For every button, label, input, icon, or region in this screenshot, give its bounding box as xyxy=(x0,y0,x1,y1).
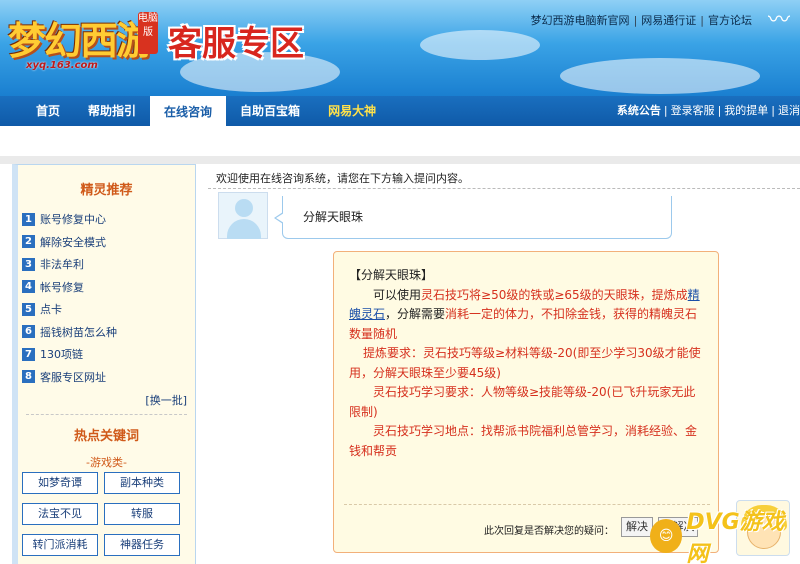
list-item[interactable]: 3 非法牟利 xyxy=(22,253,195,276)
page-title: 客服专区 xyxy=(168,24,304,64)
game-logo[interactable]: 梦幻西游 xyq.163.com xyxy=(8,10,158,72)
recommend-title: 精灵推荐 xyxy=(80,183,133,198)
keyword-category: -游戏类- xyxy=(86,456,127,469)
hot-keywords-title: 热点关键词 xyxy=(73,429,139,444)
keyword-button[interactable]: 副本种类 xyxy=(104,472,180,494)
item-number: 3 xyxy=(22,257,35,271)
list-item[interactable]: 4 帐号修复 xyxy=(22,276,195,299)
nav-self-service[interactable]: 自助百宝箱 xyxy=(226,96,314,126)
answer-bubble: 【分解天眼珠】 可以使用灵石技巧将≥50级的铁或≥65级的天眼珠，提炼成精魄灵石… xyxy=(333,251,719,553)
logo-text: 梦幻西游 xyxy=(8,18,154,63)
refresh-link[interactable]: [换一批] xyxy=(18,392,187,408)
welcome-message: 欢迎使用在线咨询系统，请您在下方输入提问内容。 xyxy=(216,172,469,185)
item-number: 2 xyxy=(22,235,35,249)
item-label: 账号修复中心 xyxy=(40,213,106,227)
nav-login[interactable]: 登录客服 xyxy=(671,104,715,117)
answer-content: 【分解天眼珠】 可以使用灵石技巧将≥50级的铁或≥65级的天眼珠，提炼成精魄灵石… xyxy=(349,266,705,461)
list-item[interactable]: 5 点卡 xyxy=(22,298,195,321)
pc-version-badge: 电脑版 xyxy=(138,12,158,54)
keyword-grid: 如梦奇谭 副本种类 法宝不见 转服 转门派消耗 神器任务 xyxy=(22,472,188,556)
watermark-text: DVG游戏网 xyxy=(686,510,784,564)
site-header: 梦幻西游 xyq.163.com 电脑版 客服专区 梦幻西游电脑新官网 | 网易通行… xyxy=(0,0,800,96)
divider xyxy=(344,504,710,505)
item-number: 8 xyxy=(22,370,35,384)
official-site-link[interactable]: 梦幻西游电脑新官网 xyxy=(531,14,630,27)
keyword-button[interactable]: 神器任务 xyxy=(104,534,180,556)
item-number: 7 xyxy=(22,347,35,361)
divider xyxy=(208,188,800,189)
question-text: 分解天眼珠 xyxy=(303,210,364,224)
item-label: 解除安全模式 xyxy=(40,235,106,249)
list-item[interactable]: 7 130项链 xyxy=(22,343,195,366)
list-item[interactable]: 6 摇钱树苗怎么种 xyxy=(22,321,195,344)
recommend-list: 1 账号修复中心 2 解除安全模式 3 非法牟利 4 帐号修复 5 点卡 6 摇钱树苗怎么种… xyxy=(22,208,195,388)
item-number: 1 xyxy=(22,212,35,226)
item-number: 4 xyxy=(22,280,35,294)
nav-online-consult[interactable]: 在线咨询 xyxy=(150,96,227,126)
nav-right-links: 系统公告 | 登录客服 | 我的提单 | 退消 xyxy=(616,104,800,117)
item-number: 6 xyxy=(22,325,35,339)
solved-button[interactable]: 解决 xyxy=(621,517,653,537)
answer-paragraph: 灵石技巧学习地点：找帮派书院福利总管学习，消耗经验、金钱和帮贡 xyxy=(349,424,698,458)
gamepad-icon: 😊 xyxy=(650,519,683,553)
keyword-button[interactable]: 法宝不见 xyxy=(22,503,98,525)
list-item[interactable]: 1 账号修复中心 xyxy=(22,208,195,231)
answer-paragraph: 灵石技巧学习要求：人物等级≥技能等级-20(已飞升玩家无此限制) xyxy=(349,385,696,419)
cloud-decoration xyxy=(560,58,760,94)
logo-url: xyq.163.com xyxy=(26,60,98,71)
answer-paragraph: 提炼要求：灵石技巧等级≥材料等级-20(即至少学习30级才能使用，分解天眼珠至少… xyxy=(349,346,701,380)
main-nav: 首页 帮助指引 在线咨询 自助百宝箱 网易大神 系统公告 | 登录客服 | 我的提单 | 退… xyxy=(0,96,800,126)
item-label: 客服专区网址 xyxy=(40,370,106,384)
user-avatar xyxy=(218,192,268,239)
item-label: 非法牟利 xyxy=(40,258,84,272)
sidebar: 精灵推荐 1 账号修复中心 2 解除安全模式 3 非法牟利 4 帐号修复 5 点卡 6 摇钱… xyxy=(12,164,196,564)
watermark: 😊 DVG游戏网 xyxy=(650,510,800,564)
forum-link[interactable]: 官方论坛 xyxy=(708,14,752,27)
nav-my-tickets[interactable]: 我的提单 xyxy=(724,104,768,117)
top-links: 梦幻西游电脑新官网 | 网易通行证 | 官方论坛 xyxy=(530,14,752,27)
passport-link[interactable]: 网易通行证 xyxy=(641,14,696,27)
nav-netease-dashen[interactable]: 网易大神 xyxy=(314,96,390,126)
resolve-question: 此次回复是否解决您的疑问： xyxy=(484,526,614,537)
nav-logout[interactable]: 退消 xyxy=(778,104,800,117)
item-label: 点卡 xyxy=(40,303,62,317)
nav-help[interactable]: 帮助指引 xyxy=(74,96,150,126)
answer-paragraph: 可以使用灵石技巧将≥50级的铁或≥65级的天眼珠，提炼成精魄灵石，分解需要消耗一… xyxy=(349,287,700,341)
sub-bar xyxy=(0,126,800,156)
nav-announcement[interactable]: 系统公告 xyxy=(617,104,661,117)
divider xyxy=(26,414,187,415)
keyword-button[interactable]: 如梦奇谭 xyxy=(22,472,98,494)
keyword-button[interactable]: 转门派消耗 xyxy=(22,534,98,556)
item-number: 5 xyxy=(22,302,35,316)
item-label: 摇钱树苗怎么种 xyxy=(40,325,117,339)
list-item[interactable]: 2 解除安全模式 xyxy=(22,231,195,254)
list-item[interactable]: 8 客服专区网址 xyxy=(22,366,195,389)
nav-home[interactable]: 首页 xyxy=(22,96,74,126)
item-label: 130项链 xyxy=(40,348,83,362)
item-label: 帐号修复 xyxy=(40,280,84,294)
answer-title: 【分解天眼珠】 xyxy=(349,268,434,282)
keyword-button[interactable]: 转服 xyxy=(104,503,180,525)
question-bubble: 分解天眼珠 xyxy=(274,196,672,239)
divider-bar xyxy=(0,156,800,164)
cloud-decoration xyxy=(420,30,540,60)
bird-icon: 〰 xyxy=(767,8,790,33)
